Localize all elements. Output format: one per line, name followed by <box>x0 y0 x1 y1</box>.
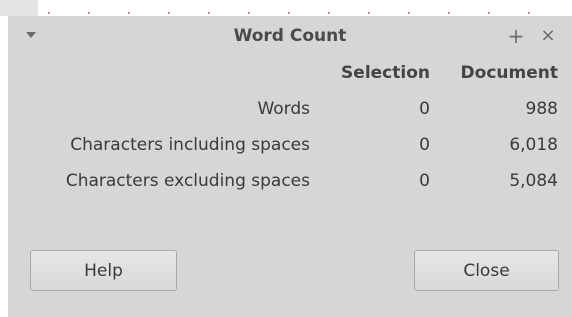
table-row: Words 0 988 <box>8 92 572 126</box>
document-value: 6,018 <box>509 135 558 155</box>
document-grid-dot <box>448 12 450 14</box>
row-label: Characters including spaces <box>70 135 310 155</box>
document-grid-dot <box>488 12 490 14</box>
maximize-icon[interactable]: + <box>504 22 528 50</box>
close-icon[interactable]: × <box>536 22 560 50</box>
document-margin <box>0 0 38 16</box>
dialog-titlebar[interactable]: Word Count + × <box>8 16 572 56</box>
selection-value: 0 <box>419 99 430 119</box>
document-grid-dot <box>208 12 210 14</box>
table-row: Characters excluding spaces 0 5,084 <box>8 164 572 198</box>
document-grid-dot <box>168 12 170 14</box>
document-grid-dot <box>528 12 530 14</box>
document-grid-dot <box>368 12 370 14</box>
word-count-dialog: Word Count + × Selection Document Words … <box>8 16 572 317</box>
selection-value: 0 <box>419 135 430 155</box>
selection-value: 0 <box>419 171 430 191</box>
table-header-row: Selection Document <box>8 56 572 90</box>
document-grid-dot <box>88 12 90 14</box>
document-grid-dot <box>48 12 50 14</box>
document-grid-dot <box>408 12 410 14</box>
document-background <box>0 0 572 16</box>
dialog-title: Word Count <box>233 26 347 46</box>
document-value: 5,084 <box>509 171 558 191</box>
document-value: 988 <box>525 99 558 119</box>
table-row: Characters including spaces 0 6,018 <box>8 128 572 162</box>
document-column-header: Document <box>460 63 558 83</box>
document-grid-dot <box>248 12 250 14</box>
row-label: Characters excluding spaces <box>65 171 310 191</box>
help-button[interactable]: Help <box>30 250 177 291</box>
document-grid-dot <box>288 12 290 14</box>
row-label: Words <box>257 99 310 119</box>
selection-column-header: Selection <box>341 63 430 83</box>
document-grid-dot <box>128 12 130 14</box>
close-button[interactable]: Close <box>414 250 559 291</box>
document-grid-dot <box>328 12 330 14</box>
